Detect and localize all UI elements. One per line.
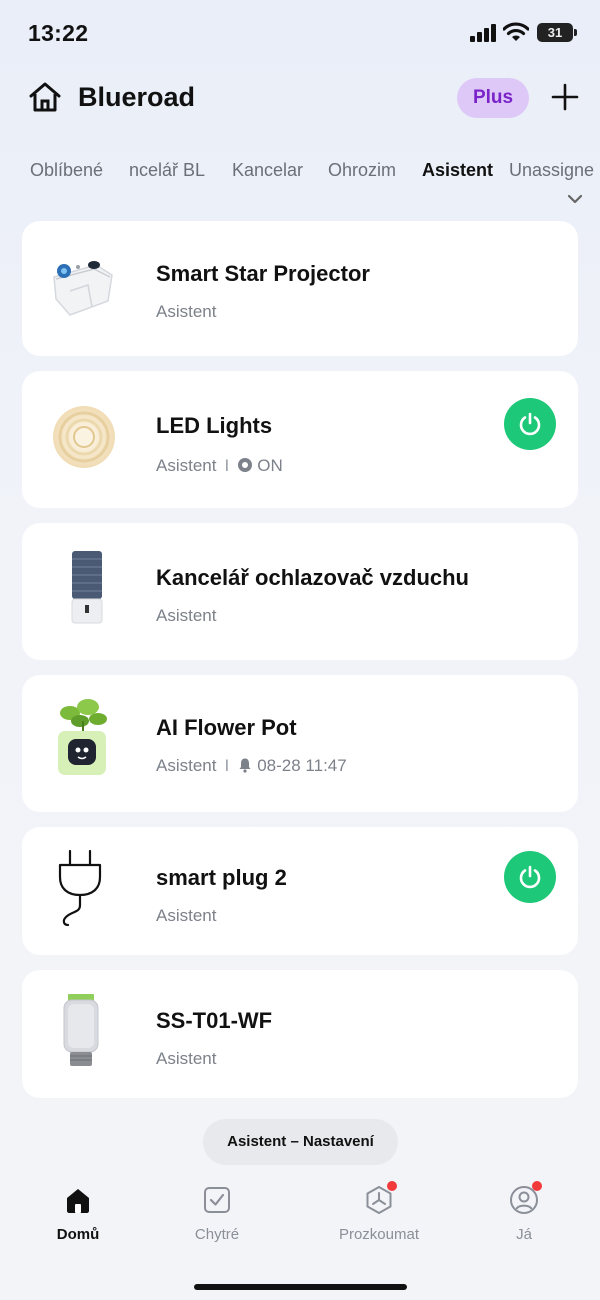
- room-label: Asistent: [156, 1049, 217, 1068]
- power-icon: [519, 412, 541, 436]
- device-card-star-projector[interactable]: Smart Star Projector Asistent: [22, 221, 578, 356]
- thermostat-valve-image: [63, 994, 99, 1066]
- tab-ncelar-bl[interactable]: ncelář BL: [129, 160, 205, 181]
- device-card-air-cooler[interactable]: Kancelář ochlazovač vzduchu Asistent: [22, 523, 578, 660]
- notification-badge: [387, 1181, 397, 1191]
- explore-icon: [363, 1181, 397, 1216]
- device-status: Asistent I 08-28 11:47: [156, 756, 347, 776]
- tab-kancelar[interactable]: Kancelar: [232, 160, 303, 181]
- device-name: Kancelář ochlazovač vzduchu: [156, 565, 469, 590]
- checkbox-icon: [204, 1187, 230, 1213]
- device-name: Smart Star Projector: [156, 261, 370, 286]
- power-button[interactable]: [504, 398, 556, 450]
- nav-me[interactable]: Já: [464, 1176, 584, 1243]
- device-room: Asistent: [156, 606, 216, 626]
- bell-icon: [239, 758, 251, 773]
- alarm-time: 08-28 11:47: [257, 756, 347, 775]
- room-label: Asistent: [156, 906, 217, 925]
- room-tabs: Oblíbené ncelář BL Kancelar Ohrozim Asis…: [0, 160, 600, 190]
- led-strip-image: [53, 406, 115, 468]
- room-label: Asistent: [156, 756, 217, 775]
- notification-badge: [532, 1181, 542, 1191]
- state-label: ON: [257, 456, 283, 475]
- separator: I: [224, 456, 230, 475]
- room-label: Asistent: [156, 606, 217, 625]
- device-name: LED Lights: [156, 413, 273, 438]
- nav-explore[interactable]: Prozkoumat: [319, 1176, 439, 1243]
- device-status: Asistent I ON: [156, 456, 283, 476]
- cellular-signal-icon: [470, 24, 496, 42]
- nav-label: Já: [516, 1226, 532, 1243]
- status-time: 13:22: [28, 20, 89, 46]
- device-card-led-lights[interactable]: LED Lights Asistent I ON: [22, 371, 578, 508]
- nav-home[interactable]: Domů: [18, 1176, 138, 1243]
- air-cooler-image: [71, 551, 103, 624]
- add-icon[interactable]: [548, 80, 582, 114]
- status-dot-icon: [238, 458, 253, 472]
- room-settings-button[interactable]: Asistent – Nastavení: [203, 1119, 398, 1165]
- device-card-smart-plug[interactable]: smart plug 2 Asistent: [22, 827, 578, 955]
- wifi-icon: [503, 22, 529, 41]
- nav-label: Chytré: [194, 1226, 240, 1243]
- status-bar: 13:22 31: [0, 0, 600, 66]
- device-name: smart plug 2: [156, 865, 287, 890]
- device-room: Asistent: [156, 302, 216, 322]
- tab-asistent[interactable]: Asistent: [422, 160, 493, 181]
- room-label: Asistent: [156, 456, 217, 475]
- flower-pot-image: [58, 699, 107, 775]
- chevron-down-icon[interactable]: [566, 192, 584, 206]
- tab-unassigned[interactable]: Unassigne: [509, 160, 594, 181]
- header: Blueroad Plus: [0, 70, 600, 130]
- device-name: SS-T01-WF: [156, 1008, 273, 1033]
- home-icon: [67, 1189, 89, 1213]
- device-card-thermostat[interactable]: SS-T01-WF Asistent: [22, 970, 578, 1098]
- home-indicator[interactable]: [194, 1284, 407, 1290]
- device-name: AI Flower Pot: [156, 715, 297, 740]
- power-button[interactable]: [504, 851, 556, 903]
- profile-icon: [508, 1181, 542, 1216]
- room-label: Asistent: [156, 302, 217, 321]
- star-projector-image: [53, 261, 113, 316]
- plus-button[interactable]: Plus: [457, 78, 529, 118]
- battery-icon: 31: [537, 23, 577, 42]
- separator: I: [224, 756, 230, 775]
- nav-label: Domů: [56, 1226, 100, 1243]
- tab-ohrozim[interactable]: Ohrozim: [328, 160, 396, 181]
- home-title[interactable]: Blueroad: [78, 82, 195, 113]
- plug-image: [58, 849, 102, 927]
- device-card-flower-pot[interactable]: AI Flower Pot Asistent I 08-28 11:47: [22, 675, 578, 812]
- home-icon[interactable]: [28, 80, 62, 114]
- bottom-nav: Domů Chytré Prozkoumat Já: [0, 1176, 600, 1266]
- nav-label: Prozkoumat: [338, 1226, 420, 1243]
- nav-smart[interactable]: Chytré: [157, 1176, 277, 1243]
- tab-oblibene[interactable]: Oblíbené: [30, 160, 103, 181]
- device-room: Asistent: [156, 906, 216, 926]
- device-room: Asistent: [156, 1049, 216, 1069]
- power-icon: [519, 865, 541, 889]
